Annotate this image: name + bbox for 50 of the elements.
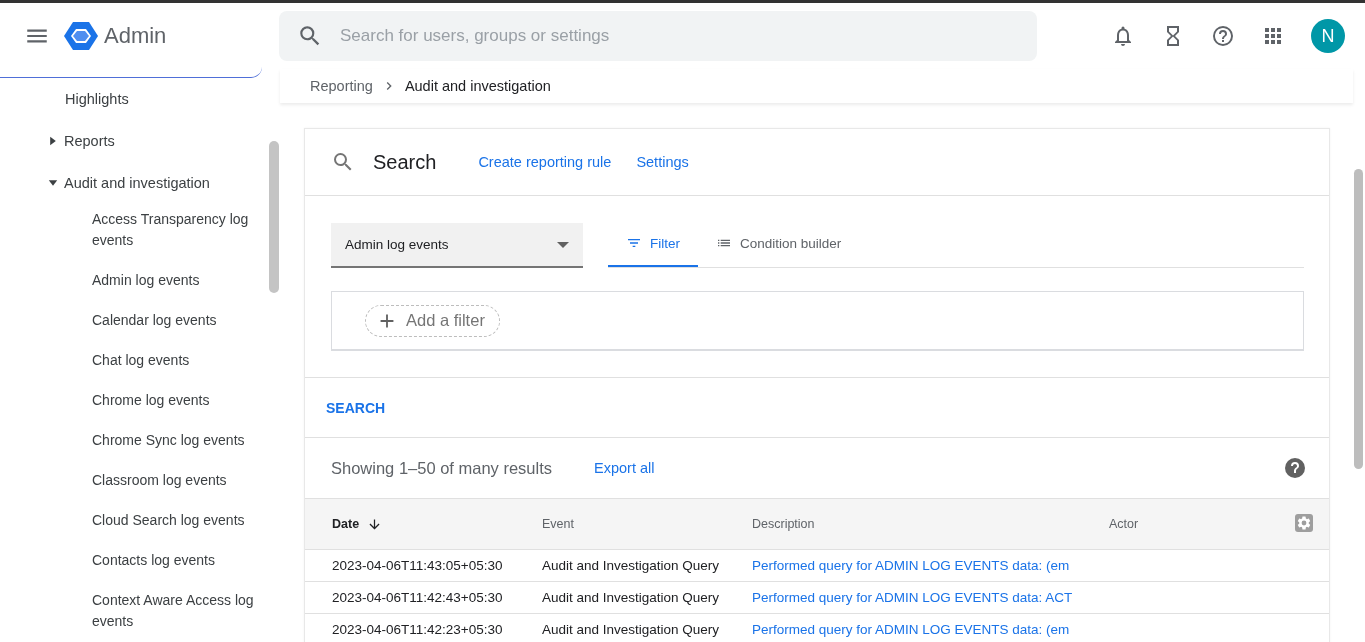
help-icon <box>1283 456 1307 480</box>
description-link[interactable]: Performed query for ADMIN LOG EVENTS data: (em <box>752 558 1070 573</box>
search-button[interactable]: SEARCH <box>320 398 392 417</box>
column-header[interactable]: Date <box>332 516 383 532</box>
app-title: Admin <box>104 23 167 49</box>
sidebar-subitem[interactable]: Chat log events <box>0 345 266 385</box>
column-header[interactable]: Description <box>752 517 815 531</box>
sidebar-subitem[interactable]: Admin log events <box>0 265 266 305</box>
description-link[interactable]: Performed query for ADMIN LOG EVENTS data: ACT <box>752 590 1073 605</box>
help-button[interactable] <box>1283 456 1307 480</box>
dropdown-caret-icon <box>557 241 569 248</box>
sidebar-subitem[interactable]: Classroom log events <box>0 465 266 505</box>
column-header[interactable]: Event <box>542 517 574 531</box>
sidebar-item[interactable]: Highlights <box>0 78 135 120</box>
sidebar-subitem[interactable]: Chrome Sync log events <box>0 425 266 465</box>
log-source-dropdown[interactable]: Admin log events <box>331 223 583 268</box>
card-title: Search <box>373 150 437 174</box>
results-summary: Showing 1–50 of many results <box>331 458 553 478</box>
gear-icon <box>1296 515 1312 531</box>
header-link[interactable]: Settings <box>636 154 689 170</box>
scrollbar-thumb[interactable] <box>1354 169 1363 469</box>
hexagon-logo-icon <box>64 21 98 51</box>
breadcrumb-current: Audit and investigation <box>404 78 551 94</box>
table-cell: 2023-04-06T11:42:23+05:30 <box>332 622 503 637</box>
sidebar-item[interactable]: Audit and investigation <box>0 162 216 204</box>
column-settings-button[interactable] <box>1295 514 1313 532</box>
filter-tab[interactable]: Filter <box>608 221 698 267</box>
sidebar-subitem[interactable]: Chrome log events <box>0 385 266 425</box>
description-link[interactable]: Performed query for ADMIN LOG EVENTS data: (em <box>752 622 1070 637</box>
breadcrumb-link[interactable]: Reporting <box>310 78 373 94</box>
sidebar-subitem[interactable]: Context Aware Access log events <box>0 585 266 642</box>
table-cell: Audit and Investigation Query <box>542 558 720 573</box>
help-icon <box>1211 24 1235 48</box>
table-cell: 2023-04-06T11:43:05+05:30 <box>332 558 503 573</box>
table-cell: Audit and Investigation Query <box>542 590 720 605</box>
help-button[interactable] <box>1211 24 1235 48</box>
column-header[interactable]: Actor <box>1109 517 1139 531</box>
search-field[interactable]: Search for users, groups or settings <box>279 11 1037 61</box>
header-link[interactable]: Create reporting rule <box>478 154 612 170</box>
table-cell: Audit and Investigation Query <box>542 622 720 637</box>
filter-tab[interactable]: Condition builder <box>698 221 860 267</box>
sidebar-subitem[interactable]: Cloud Search log events <box>0 505 266 545</box>
sidebar-subitem[interactable]: Calendar log events <box>0 305 266 345</box>
scrollbar-thumb[interactable] <box>269 141 279 293</box>
sidebar-subitem[interactable]: Access Transparency log events <box>0 204 266 265</box>
export-link[interactable]: Export all <box>594 460 655 476</box>
account-avatar[interactable]: N <box>1311 19 1345 53</box>
sidebar-item[interactable]: Reports <box>0 120 121 162</box>
table-cell: 2023-04-06T11:42:43+05:30 <box>332 590 503 605</box>
sidebar-subitem[interactable]: Contacts log events <box>0 545 266 585</box>
